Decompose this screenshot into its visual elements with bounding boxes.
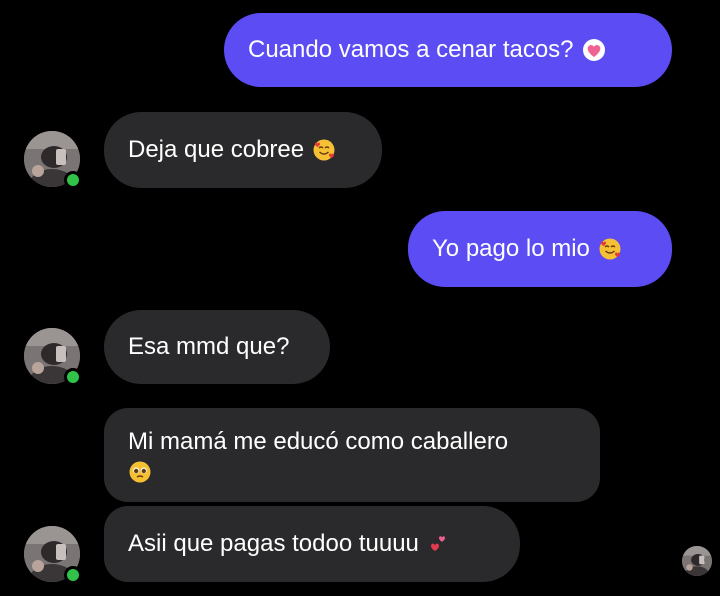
smiling-face-with-hearts-emoji-icon: [312, 138, 336, 162]
message-bubble-sent[interactable]: Cuando vamos a cenar tacos?: [224, 13, 672, 87]
message-bubble-received[interactable]: Deja que cobree: [104, 112, 382, 188]
smiling-face-with-hearts-emoji-icon: [598, 237, 622, 261]
message-text: Esa mmd que?: [128, 333, 290, 360]
message-text: Cuando vamos a cenar tacos?: [248, 36, 574, 63]
two-hearts-emoji-icon: [427, 532, 451, 556]
online-status-indicator: [64, 171, 82, 189]
pleading-face-emoji-icon: [128, 460, 152, 484]
message-text: Mi mamá me educó como caballero: [128, 428, 509, 455]
message-bubble-received[interactable]: Mi mamá me educó como caballero: [104, 408, 600, 502]
contact-avatar[interactable]: [24, 131, 82, 189]
message-bubble-sent[interactable]: Yo pago lo mio: [408, 211, 672, 287]
contact-avatar[interactable]: [24, 526, 82, 584]
read-receipt-avatar-icon: [682, 546, 712, 576]
message-text: Asii que pagas todoo tuuuu: [128, 530, 419, 557]
message-bubble-received[interactable]: Esa mmd que?: [104, 310, 330, 384]
message-bubble-received[interactable]: Asii que pagas todoo tuuuu: [104, 506, 520, 582]
online-status-indicator: [64, 566, 82, 584]
online-status-indicator: [64, 368, 82, 386]
message-text: Yo pago lo mio: [432, 235, 590, 262]
contact-avatar[interactable]: [24, 328, 82, 386]
heart-emoji-icon: [582, 38, 606, 62]
message-text: Deja que cobree: [128, 136, 305, 163]
